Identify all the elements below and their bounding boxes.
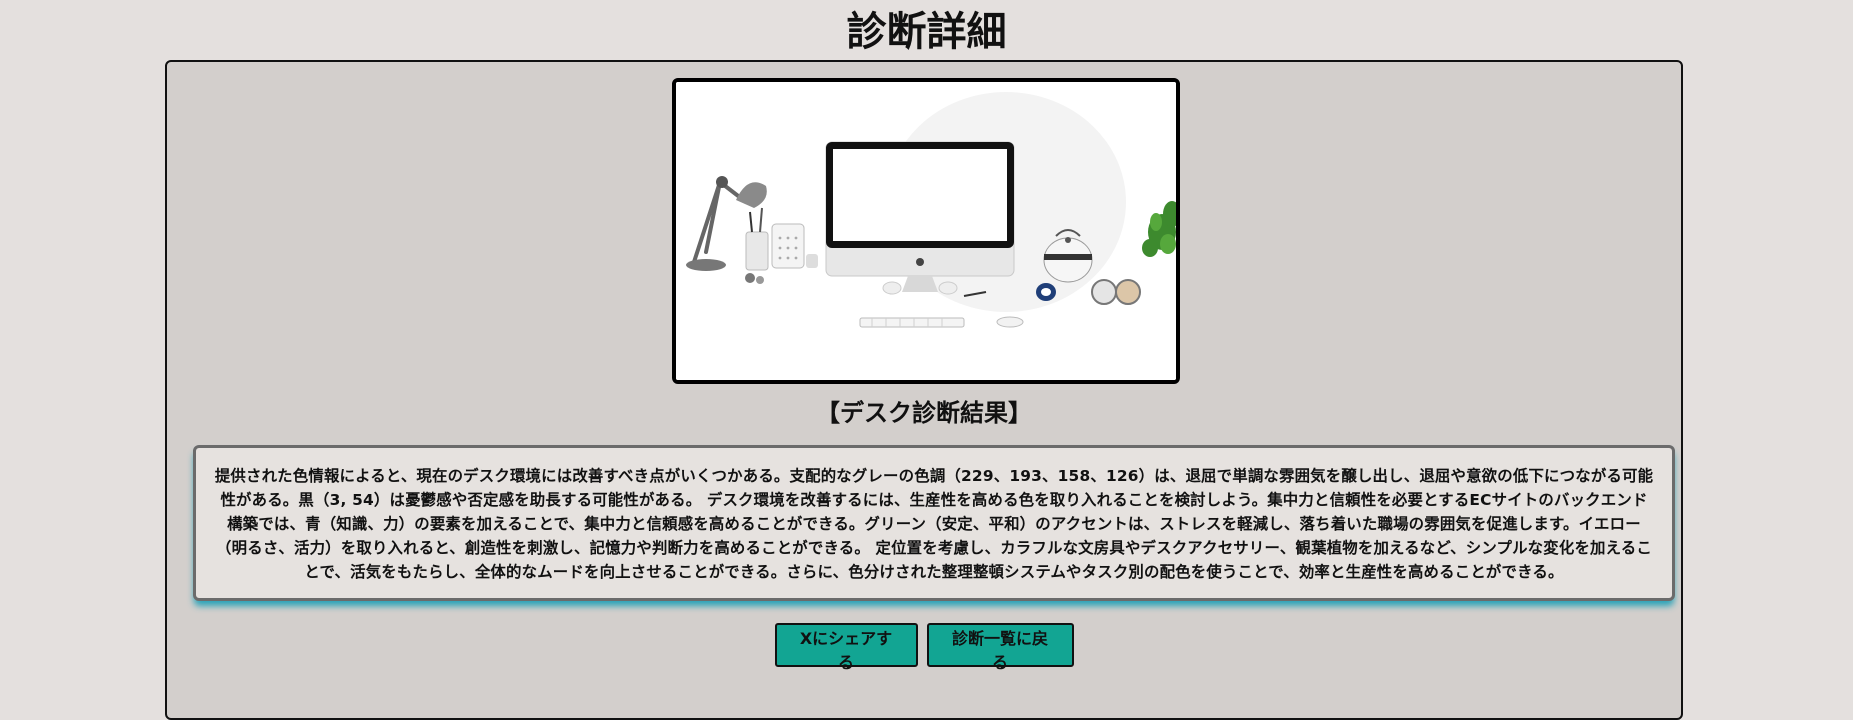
diagnosis-card: 【デスク診断結果】 提供された色情報によると、現在のデスク環境には改善すべき点が… xyxy=(165,60,1683,720)
result-heading: 【デスク診断結果】 xyxy=(816,399,1032,427)
action-buttons: Xにシェアする 診断一覧に戻る xyxy=(167,623,1681,672)
share-on-x-button[interactable]: Xにシェアする xyxy=(774,623,918,672)
page-title: 診断詳細 xyxy=(846,9,1007,55)
desk-photo xyxy=(672,78,1180,384)
back-to-list-button[interactable]: 診断一覧に戻る xyxy=(926,623,1074,672)
diagnosis-result-text: 提供された色情報によると、現在のデスク環境には改善すべき点がいくつかある。支配的… xyxy=(193,445,1675,601)
